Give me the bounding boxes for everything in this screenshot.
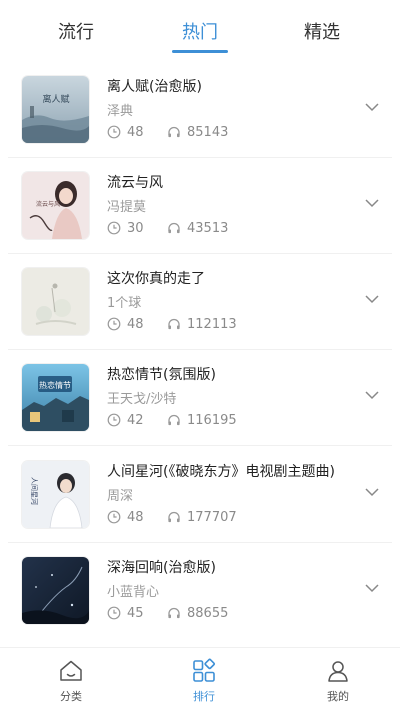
song-play-count: 88655 (187, 605, 229, 621)
chevron-down-icon[interactable] (364, 487, 380, 497)
clock-icon (107, 606, 121, 620)
tab-hot[interactable]: 热门 (145, 18, 255, 44)
nav-mine[interactable]: 我的 (298, 658, 378, 704)
song-meta: 42 116195 (107, 411, 237, 429)
cover-text: 离人赋 (42, 93, 69, 105)
song-meta: 48 177707 (107, 508, 237, 526)
song-artist: 王天戈/沙特 (107, 392, 177, 407)
song-duration: 30 (127, 220, 144, 236)
song-artist: 小蓝背心 (107, 585, 160, 600)
top-tabs: 流行 热门 精选 (0, 0, 400, 60)
song-play-count: 116195 (187, 412, 237, 428)
tab-popular[interactable]: 流行 (21, 18, 131, 44)
song-play-count: 177707 (187, 509, 237, 525)
clock-icon (107, 317, 121, 331)
song-play-count: 43513 (187, 220, 229, 236)
nav-label: 分类 (60, 690, 82, 703)
song-artist: 周深 (107, 489, 134, 504)
song-row[interactable]: 热恋情节 热恋情节(氛围版) 王天戈/沙特 42 116195 (0, 350, 400, 446)
tab-featured[interactable]: 精选 (267, 18, 377, 44)
headphones-icon (168, 511, 180, 523)
song-meta: 48 85143 (107, 123, 228, 141)
clock-icon (107, 221, 121, 235)
headphones-icon (168, 607, 180, 619)
song-duration: 45 (127, 605, 144, 621)
headphones-icon (168, 414, 180, 426)
song-meta: 30 43513 (107, 219, 228, 237)
song-duration: 42 (127, 412, 144, 428)
song-cover (22, 557, 89, 624)
song-row[interactable]: 流云与风 流云与风 冯提莫 30 43513 (0, 158, 400, 254)
song-meta: 48 112113 (107, 315, 237, 333)
song-title: 离人赋(治愈版) (107, 79, 202, 95)
nav-category[interactable]: 分类 (31, 658, 111, 704)
home-icon (60, 660, 82, 681)
bottom-nav: 分类 排行 我的 (0, 647, 400, 711)
chevron-down-icon[interactable] (364, 583, 380, 593)
cover-text: 热恋情节 (39, 380, 71, 390)
song-cover: 流云与风 (22, 172, 89, 239)
song-cover: 离人赋 (22, 76, 89, 143)
song-duration: 48 (127, 316, 144, 332)
song-duration: 48 (127, 124, 144, 140)
song-row[interactable]: 离人赋 离人赋(治愈版) 泽典 48 85143 (0, 62, 400, 158)
song-row[interactable]: 这次你真的走了 1个球 48 112113 (0, 254, 400, 350)
active-tab-indicator (172, 50, 228, 53)
chevron-down-icon[interactable] (364, 102, 380, 112)
clock-icon (107, 510, 121, 524)
song-play-count: 112113 (187, 316, 237, 332)
song-meta: 45 88655 (107, 604, 228, 622)
song-cover: 热恋情节 (22, 364, 89, 431)
song-title: 这次你真的走了 (107, 271, 205, 287)
divider (8, 445, 392, 446)
cover-text: 人间星河 (30, 477, 38, 505)
song-artist: 冯提莫 (107, 200, 147, 215)
clock-icon (107, 413, 121, 427)
grid-icon (193, 658, 215, 682)
headphones-icon (168, 126, 180, 138)
song-row[interactable]: 深海回响(治愈版) 小蓝背心 45 88655 (0, 543, 400, 639)
song-title: 热恋情节(氛围版) (107, 367, 216, 383)
song-title: 人间星河(《破晓东方》电视剧主题曲) (107, 464, 335, 480)
song-duration: 48 (127, 509, 144, 525)
headphones-icon (168, 318, 180, 330)
song-title: 深海回响(治愈版) (107, 560, 216, 576)
nav-label: 我的 (327, 690, 349, 703)
song-artist: 1个球 (107, 296, 142, 311)
song-title: 流云与风 (107, 175, 163, 191)
nav-label: 排行 (193, 690, 215, 703)
headphones-icon (168, 222, 180, 234)
song-cover: 人间星河 (22, 461, 89, 528)
song-play-count: 85143 (187, 124, 229, 140)
nav-ranking[interactable]: 排行 (164, 658, 244, 704)
song-row[interactable]: 人间星河 人间星河(《破晓东方》电视剧主题曲) 周深 48 177707 (0, 447, 400, 543)
song-cover (22, 268, 89, 335)
chevron-down-icon[interactable] (364, 294, 380, 304)
cover-text: 流云与风 (36, 200, 60, 208)
clock-icon (107, 125, 121, 139)
user-icon (328, 661, 348, 682)
chevron-down-icon[interactable] (364, 198, 380, 208)
chevron-down-icon[interactable] (364, 390, 380, 400)
song-artist: 泽典 (107, 104, 134, 119)
